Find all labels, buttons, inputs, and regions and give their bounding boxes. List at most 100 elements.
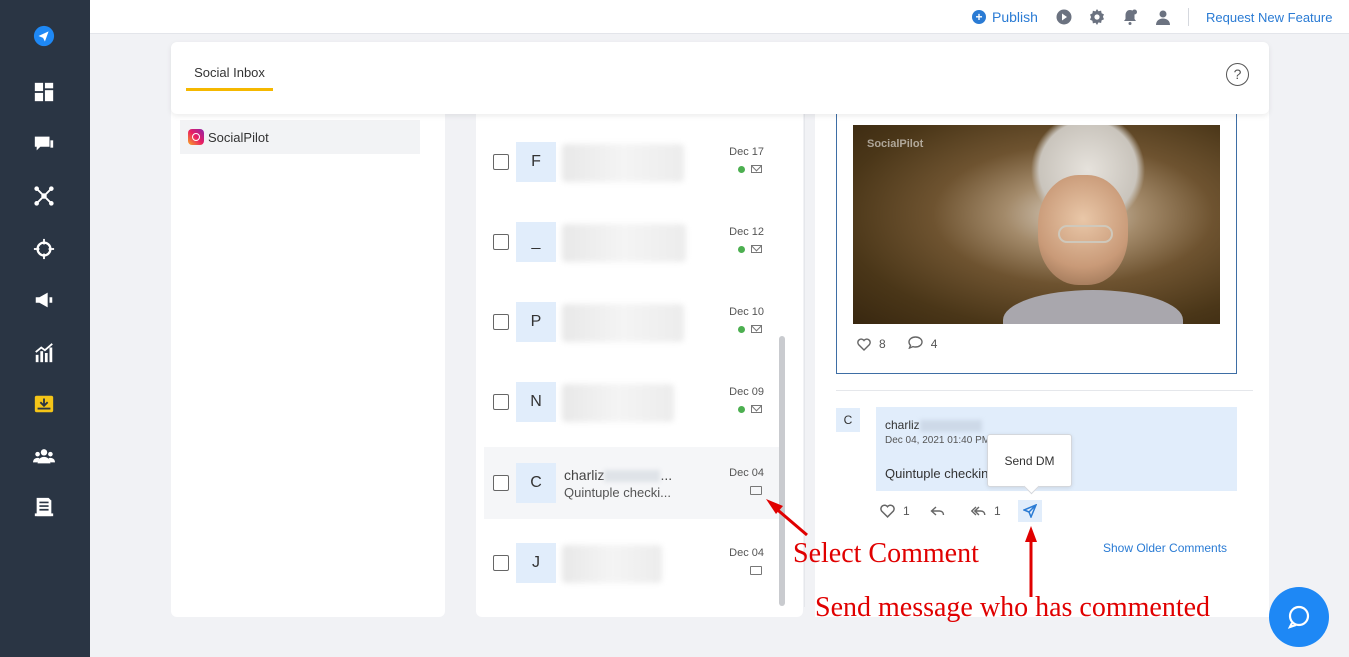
annotation-select-comment: Select Comment [793, 538, 979, 569]
help-button[interactable]: ? [1226, 63, 1249, 86]
row-checkbox[interactable] [493, 154, 509, 170]
account-item-socialpilot[interactable]: SocialPilot [180, 120, 420, 154]
publish-label: Publish [992, 9, 1038, 25]
avatar: P [516, 302, 556, 342]
row-checkbox[interactable] [493, 234, 509, 250]
posts-icon[interactable] [31, 131, 57, 157]
post-image[interactable]: SocialPilot [853, 125, 1220, 324]
conversation-name: charliz... [564, 467, 673, 483]
commenter-avatar: C [836, 408, 860, 432]
list-item-selected[interactable]: C charliz... Quintuple checki... Dec 04 [484, 447, 780, 519]
comment-icon [750, 566, 762, 575]
list-item[interactable]: _ Dec 12 [484, 206, 780, 278]
comment-timestamp: Dec 04, 2021 01:40 PM [885, 435, 991, 446]
row-checkbox[interactable] [493, 475, 509, 491]
send-icon [1023, 504, 1037, 518]
avatar: C [516, 463, 556, 503]
accounts-panel: SocialPilot [171, 100, 445, 617]
chat-widget-button[interactable] [1269, 587, 1329, 647]
comment-icon [750, 486, 762, 495]
online-dot [738, 405, 745, 413]
instagram-icon [188, 129, 204, 145]
online-dot [738, 325, 745, 333]
mail-icon [751, 245, 762, 253]
comment-likes-count: 1 [903, 504, 910, 518]
analytics-icon[interactable] [31, 340, 57, 366]
megaphone-icon[interactable] [31, 287, 57, 313]
row-checkbox[interactable] [493, 314, 509, 330]
target-icon[interactable] [31, 236, 57, 262]
account-label: SocialPilot [208, 129, 269, 145]
heart-icon [857, 337, 871, 351]
conversation-date: Dec 09 [729, 386, 764, 398]
post-comments[interactable]: 4 [907, 336, 938, 352]
conversation-date: Dec 12 [729, 226, 764, 238]
request-feature-link[interactable]: Request New Feature [1206, 10, 1332, 25]
blurred-name [562, 304, 684, 342]
mail-icon [751, 325, 762, 333]
header-card: Social Inbox ? [171, 42, 1269, 114]
avatar: J [516, 543, 556, 583]
post-card: SocialPilot 8 4 [836, 110, 1237, 374]
reply-all-count: 1 [994, 504, 1001, 518]
heart-icon [880, 504, 895, 518]
show-older-comments-link[interactable]: Show Older Comments [1103, 541, 1227, 555]
online-dot [738, 165, 745, 173]
reply-all-icon [971, 506, 986, 516]
avatar: N [516, 382, 556, 422]
list-item[interactable]: P Dec 10 [484, 286, 780, 358]
blurred-name [562, 224, 686, 262]
mail-icon [751, 165, 762, 173]
reply-button[interactable] [930, 504, 971, 518]
conversation-list: F Dec 17 _ Dec 12 P Dec 10 N Dec 09 C ch… [476, 100, 803, 617]
divider [836, 390, 1253, 391]
post-likes[interactable]: 8 [857, 337, 886, 351]
publish-button[interactable]: + Publish [972, 9, 1038, 25]
likes-count: 8 [879, 337, 886, 351]
conversation-date: Dec 10 [729, 306, 764, 318]
plus-icon: + [972, 10, 986, 24]
chat-icon [1287, 605, 1310, 629]
comments-count: 4 [930, 337, 938, 351]
reply-all-button[interactable]: 1 [971, 504, 1001, 518]
top-bar: + Publish Request New Feature [90, 0, 1349, 34]
avatar: _ [516, 222, 556, 262]
send-dm-tooltip: Send DM [987, 434, 1072, 487]
bell-icon[interactable] [1122, 9, 1138, 25]
blurred-name [562, 384, 674, 422]
scrollbar[interactable] [779, 336, 785, 606]
connections-icon[interactable] [31, 183, 57, 209]
list-item[interactable]: F Dec 17 [484, 126, 780, 198]
play-icon[interactable] [1056, 9, 1072, 25]
divider [1188, 8, 1189, 26]
sidebar [0, 0, 90, 657]
team-icon[interactable] [31, 443, 57, 469]
gear-icon[interactable] [1089, 9, 1105, 25]
list-item[interactable]: N Dec 09 [484, 366, 780, 438]
conversation-date: Dec 04 [729, 467, 764, 479]
commenter-name: charliz [885, 418, 982, 432]
annotation-send-message: Send message who has commented [815, 592, 1211, 623]
like-comment-button[interactable]: 1 [880, 504, 930, 518]
row-checkbox[interactable] [493, 394, 509, 410]
row-checkbox[interactable] [493, 555, 509, 571]
reply-icon [930, 506, 945, 516]
blurred-name [562, 545, 662, 583]
conversation-date: Dec 04 [729, 547, 764, 559]
list-item[interactable]: J Dec 04 [484, 527, 780, 599]
comment-text: Quintuple checking [885, 466, 996, 481]
inbox-icon[interactable] [31, 391, 57, 417]
conversation-date: Dec 17 [729, 146, 764, 158]
tab-social-inbox[interactable]: Social Inbox [186, 65, 273, 91]
avatar: F [516, 142, 556, 182]
blurred-name [562, 144, 684, 182]
divider [804, 100, 805, 607]
user-icon[interactable] [1155, 9, 1171, 25]
logo-plane-icon[interactable] [31, 23, 57, 49]
online-dot [738, 245, 745, 253]
send-dm-button[interactable] [1018, 500, 1042, 522]
reports-icon[interactable] [31, 494, 57, 520]
post-stats: 8 4 [857, 336, 937, 352]
dashboard-icon[interactable] [31, 79, 57, 105]
watermark: SocialPilot [867, 138, 924, 150]
